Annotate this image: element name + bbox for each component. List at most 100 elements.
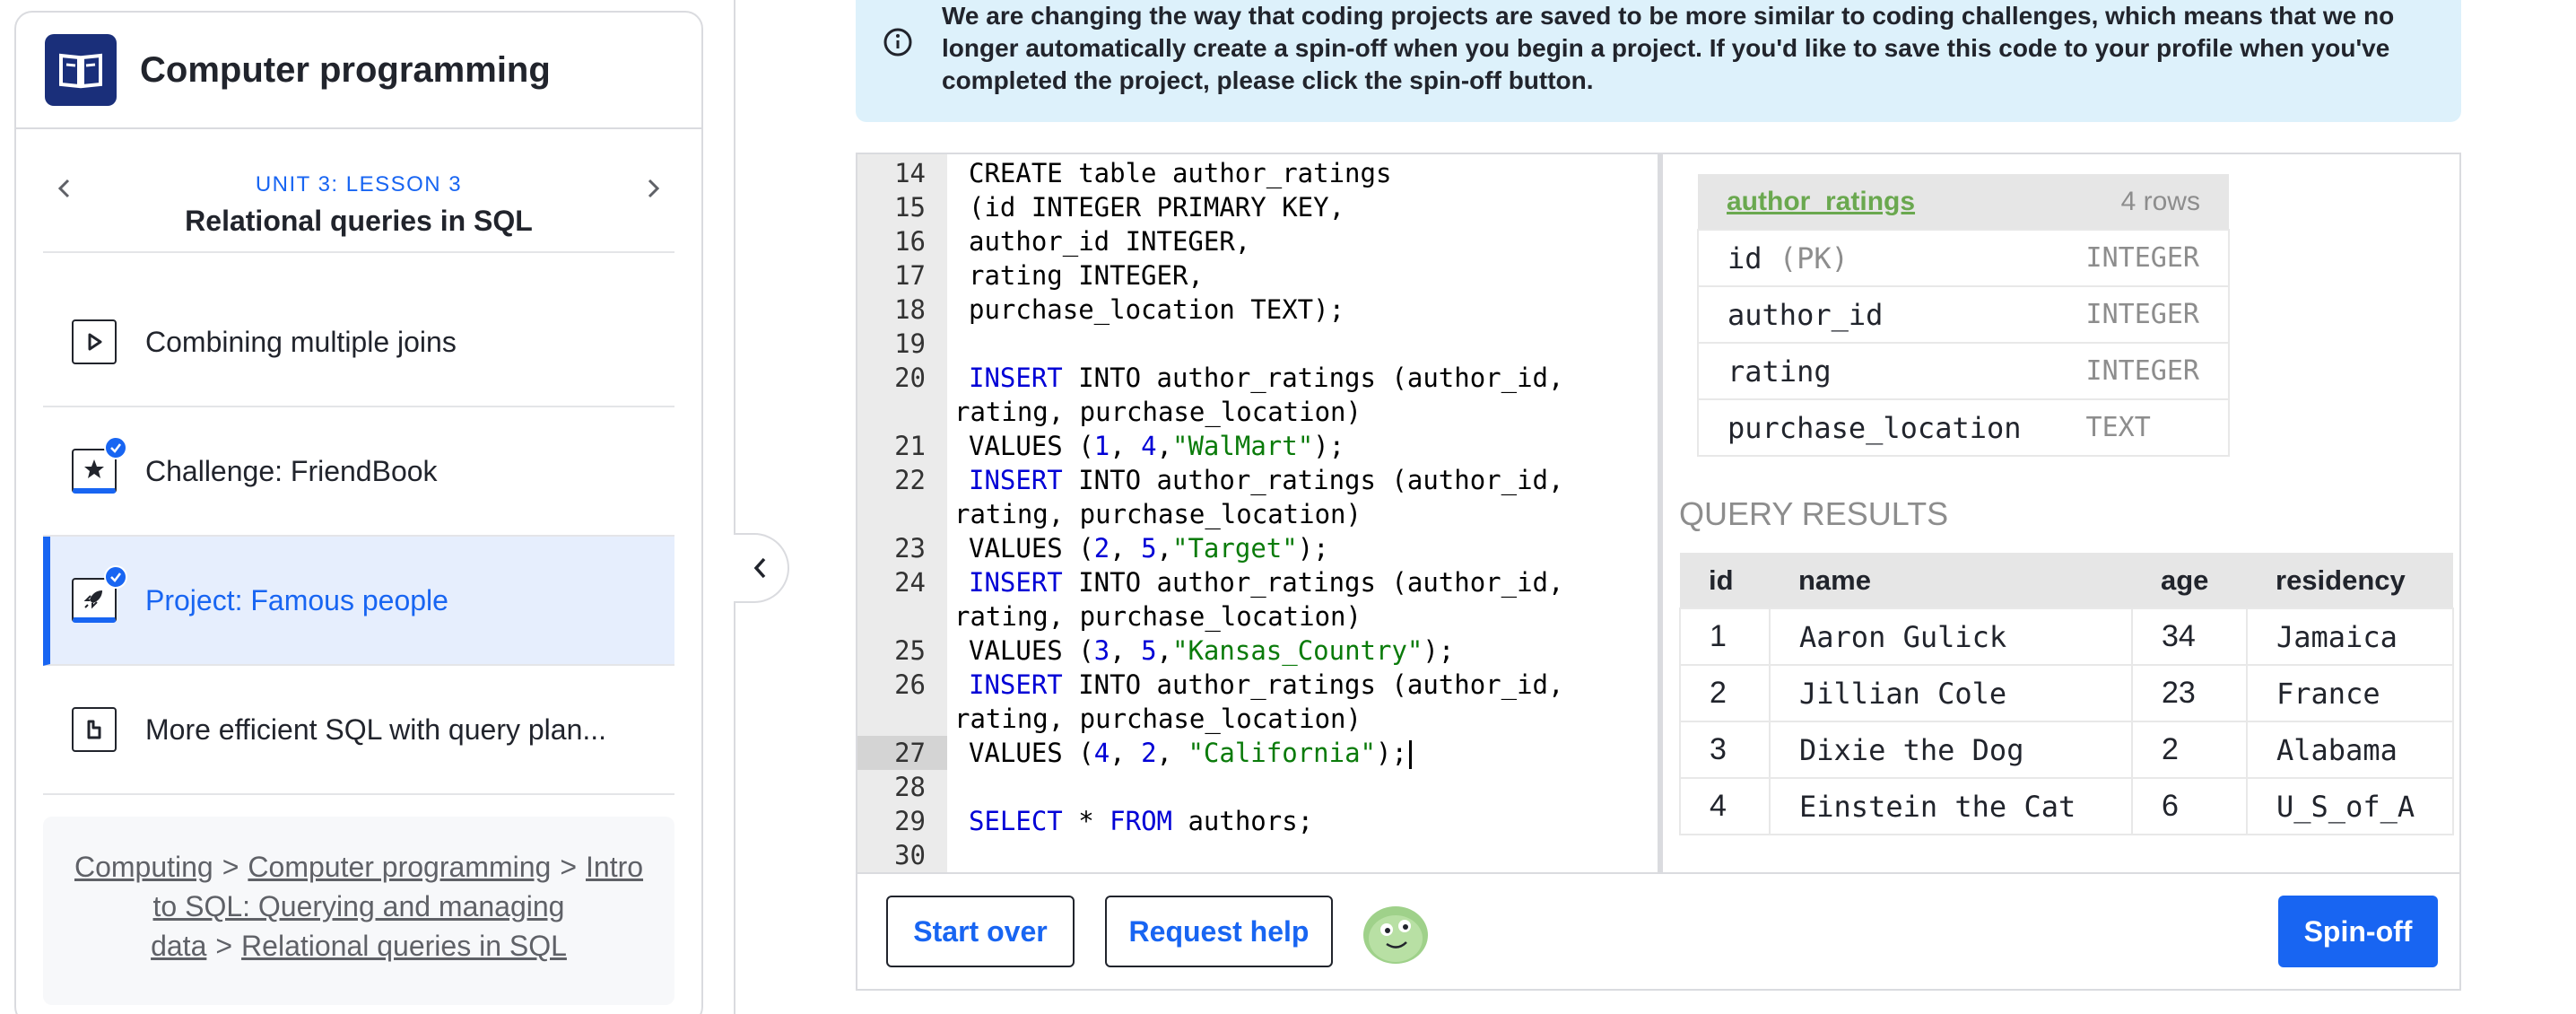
rocket-icon xyxy=(83,590,102,609)
schema-row: id (PK) INTEGER xyxy=(1697,229,2230,287)
project-editor: 14 CREATE table author_ratings 15 (id INTE… xyxy=(856,153,2461,991)
breadcrumb-separator: > xyxy=(222,851,239,883)
line-number: 23 xyxy=(894,533,926,564)
code-line[interactable]: 26 INSERT INTO author_ratings (author_id,… xyxy=(857,668,1658,736)
code-line[interactable]: 19 xyxy=(857,327,1658,361)
line-number: 18 xyxy=(894,294,926,325)
code-line[interactable]: 16 author_id INTEGER, xyxy=(857,224,1658,258)
code-text: INSERT INTO author_ratings (author_id, ra… xyxy=(954,669,1564,734)
line-number: 24 xyxy=(894,567,926,598)
lesson-item-challenge-friendbook[interactable]: Challenge: FriendBook xyxy=(43,407,674,537)
line-number: 28 xyxy=(894,772,926,802)
table-cell: 34 xyxy=(2131,608,2248,666)
course-title[interactable]: Computer programming xyxy=(140,50,551,91)
code-line[interactable]: 30 xyxy=(857,838,1658,872)
code-line[interactable]: 20 INSERT INTO author_ratings (author_id,… xyxy=(857,361,1658,429)
table-cell: Alabama xyxy=(2246,721,2454,779)
line-number: 25 xyxy=(894,635,926,666)
table-cell: 6 xyxy=(2131,777,2248,835)
schema-row: rating INTEGER xyxy=(1697,342,2230,400)
lesson-item-label: Challenge: FriendBook xyxy=(145,454,438,487)
code-text: INSERT INTO author_ratings (author_id, ra… xyxy=(954,567,1564,632)
breadcrumb-link[interactable]: Computing xyxy=(74,851,213,883)
code-text: VALUES (4, 2, "California"); xyxy=(969,736,1412,770)
lesson-item-efficient-sql[interactable]: More efficient SQL with query plan... xyxy=(43,666,674,795)
line-number: 17 xyxy=(894,260,926,291)
line-number: 29 xyxy=(894,806,926,836)
code-line[interactable]: 25 VALUES (3, 5,"Kansas_Country"); xyxy=(857,634,1658,668)
schema-column-name: purchase_location xyxy=(1697,398,2050,457)
table-cell: U_S_of_A xyxy=(2246,777,2454,835)
line-number: 15 xyxy=(894,192,926,223)
code-text: VALUES (2, 5,"Target"); xyxy=(969,533,1329,564)
lesson-title: Relational queries in SQL xyxy=(185,205,533,237)
results-header: name xyxy=(1770,553,2132,608)
schema-row: author_id INTEGER xyxy=(1697,285,2230,344)
schema-column-type: INTEGER xyxy=(2049,229,2230,287)
table-row: 3 Dixie the Dog 2 Alabama xyxy=(1679,721,2454,779)
breadcrumb-link[interactable]: Relational queries in SQL xyxy=(241,930,567,962)
spin-off-button[interactable]: Spin-off xyxy=(2278,896,2438,967)
completed-check-icon xyxy=(104,436,127,459)
unit-label[interactable]: UNIT 3: LESSON 3 xyxy=(43,172,674,197)
code-line[interactable]: 22 INSERT INTO author_ratings (author_id,… xyxy=(857,463,1658,531)
schema-column-type: INTEGER xyxy=(2049,285,2230,344)
schema-column-type: TEXT xyxy=(2049,398,2230,457)
schema-table-name[interactable]: author_ratings xyxy=(1698,174,2050,230)
breadcrumb: Computing > Computer programming > Intro to … xyxy=(43,817,674,1005)
line-number: 21 xyxy=(894,431,926,461)
line-number: 22 xyxy=(894,465,926,495)
code-line[interactable]: 24 INSERT INTO author_ratings (author_id,… xyxy=(857,565,1658,634)
table-cell: 23 xyxy=(2131,664,2248,722)
code-line[interactable]: 17 rating INTEGER, xyxy=(857,258,1658,293)
code-text: INSERT INTO author_ratings (author_id, ra… xyxy=(954,363,1564,427)
breadcrumb-link[interactable]: Computer programming xyxy=(248,851,551,883)
query-results-table: id name age residency 1 Aaron Gulick 34 … xyxy=(1679,553,2454,835)
code-line[interactable]: 29 SELECT * FROM authors; xyxy=(857,804,1658,838)
line-number: 26 xyxy=(894,669,926,700)
table-row: 1 Aaron Gulick 34 Jamaica xyxy=(1679,608,2454,666)
lesson-item-combining-joins[interactable]: Combining multiple joins xyxy=(43,278,674,407)
play-icon xyxy=(88,333,102,351)
results-header: age xyxy=(2132,553,2247,608)
code-text: author_id INTEGER, xyxy=(969,226,1251,257)
schema-column-type: INTEGER xyxy=(2049,342,2230,400)
code-editor[interactable]: 14 CREATE table author_ratings 15 (id INTE… xyxy=(857,154,1658,872)
star-icon xyxy=(84,459,104,478)
code-line-active[interactable]: 27 VALUES (4, 2, "California"); xyxy=(857,736,1658,770)
results-header: id xyxy=(1680,553,1770,608)
lesson-item-label: Project: Famous people xyxy=(145,583,448,616)
start-over-button[interactable]: Start over xyxy=(886,896,1075,967)
code-line[interactable]: 18 purchase_location TEXT); xyxy=(857,293,1658,327)
code-text: SELECT * FROM authors; xyxy=(969,806,1314,836)
line-number: 20 xyxy=(894,363,926,393)
code-line[interactable]: 23 VALUES (2, 5,"Target"); xyxy=(857,531,1658,565)
schema-column-name: author_id xyxy=(1697,285,2050,344)
table-cell: Jillian Cole xyxy=(1769,664,2133,722)
code-line[interactable]: 28 xyxy=(857,770,1658,804)
query-results-title: QUERY RESULTS xyxy=(1679,495,1949,532)
course-header: Computer programming xyxy=(16,13,701,129)
code-text: rating INTEGER, xyxy=(969,260,1204,291)
code-line[interactable]: 14 CREATE table author_ratings xyxy=(857,156,1658,190)
table-cell: Aaron Gulick xyxy=(1769,608,2133,666)
lesson-navigator: UNIT 3: LESSON 3 Relational queries in S… xyxy=(43,145,674,253)
schema-column-name: rating xyxy=(1697,342,2050,400)
lesson-item-project-famous-people[interactable]: Project: Famous people xyxy=(43,537,674,666)
avatar[interactable] xyxy=(1362,901,1430,966)
line-number: 30 xyxy=(894,840,926,870)
code-line[interactable]: 15 (id INTEGER PRIMARY KEY, xyxy=(857,190,1658,224)
code-text: (id INTEGER PRIMARY KEY, xyxy=(969,192,1345,223)
collapse-sidebar-button[interactable] xyxy=(734,533,789,603)
request-help-button[interactable]: Request help xyxy=(1105,896,1333,967)
panel-divider xyxy=(734,0,735,1014)
challenge-icon xyxy=(72,436,127,494)
lesson-item-label: More efficient SQL with query plan... xyxy=(145,712,607,746)
book-icon xyxy=(59,53,102,89)
line-number: 14 xyxy=(894,158,926,188)
code-line[interactable]: 21 VALUES (1, 4,"WalMart"); xyxy=(857,429,1658,463)
course-logo[interactable] xyxy=(45,34,117,106)
table-cell: 3 xyxy=(1679,721,1771,779)
code-text: VALUES (3, 5,"Kansas_Country"); xyxy=(969,635,1455,666)
chevron-left-icon xyxy=(753,557,766,579)
